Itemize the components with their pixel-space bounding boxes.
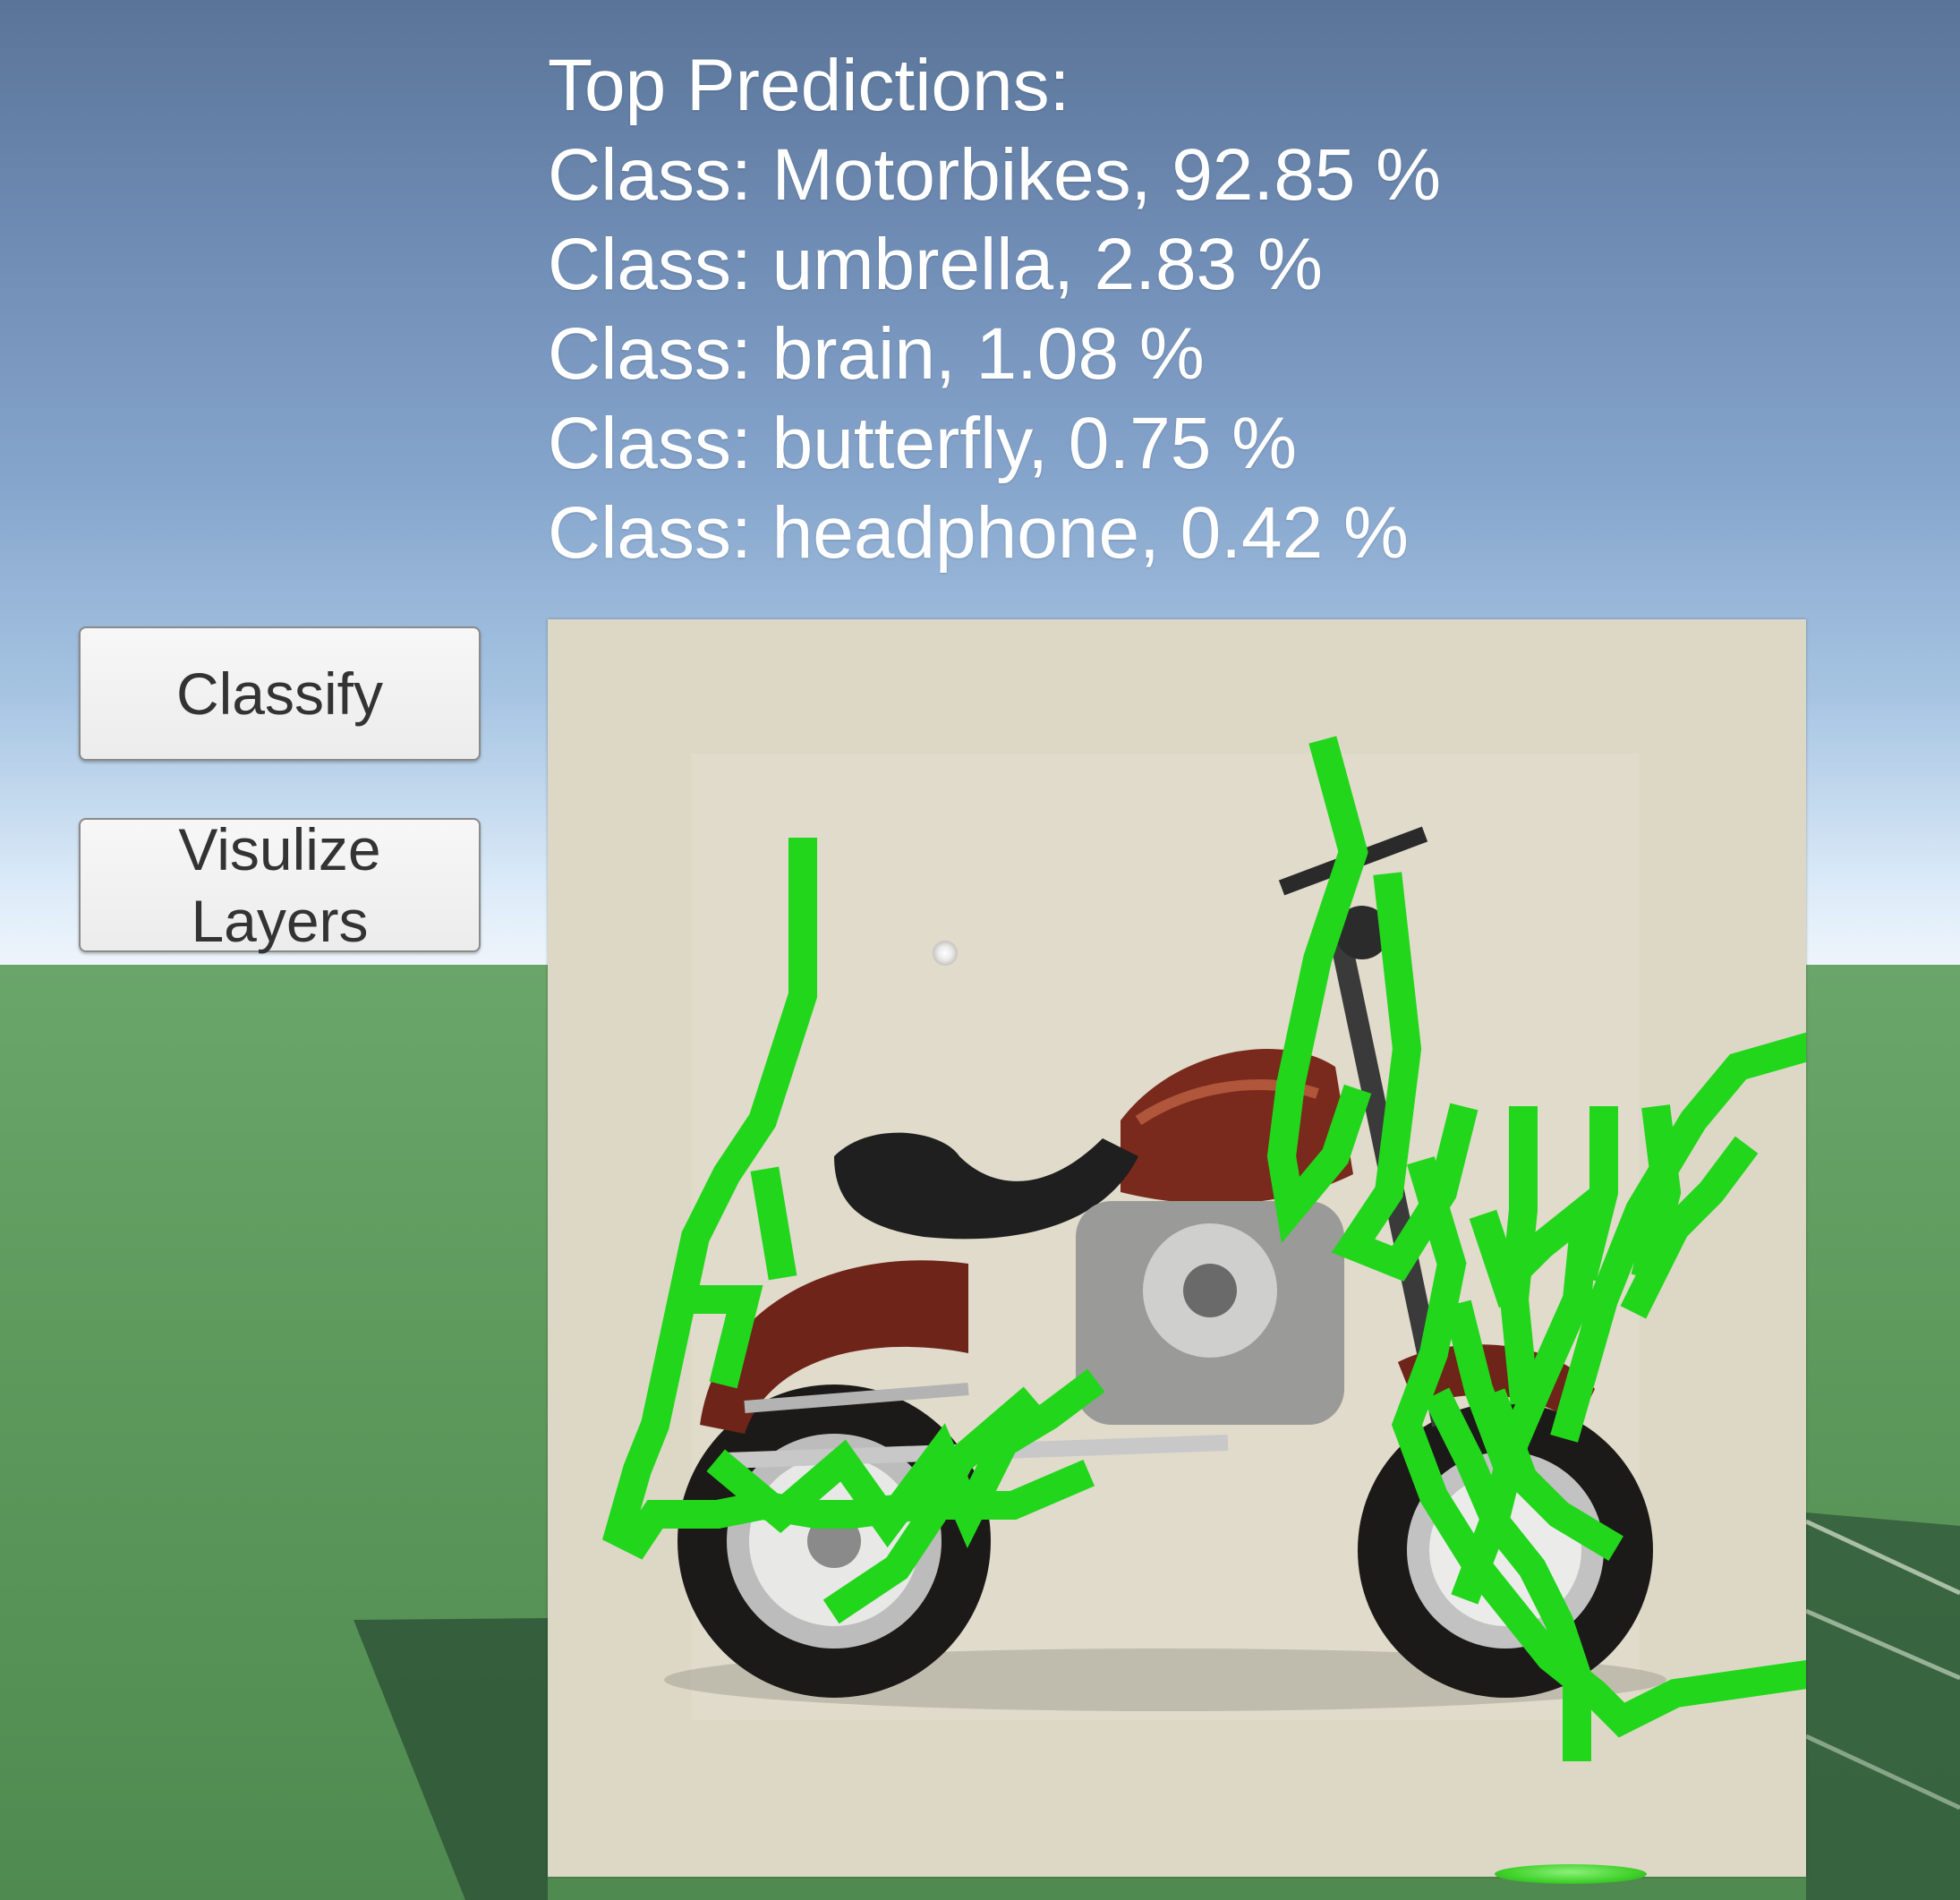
brush-cursor-icon	[933, 941, 958, 966]
prediction-line-5: Class: headphone, 0.42 %	[548, 492, 1409, 574]
prediction-line-1: Class: Motorbikes, 92.85 %	[548, 134, 1442, 216]
motorcycle-image	[548, 619, 1806, 1877]
prediction-line-4: Class: butterfly, 0.75 %	[548, 403, 1298, 484]
classify-button-label: Classify	[175, 660, 384, 727]
prediction-line-2: Class: umbrella, 2.83 %	[548, 224, 1323, 305]
predictions-title: Top Predictions:	[548, 45, 1070, 126]
visualize-label-line-2: Layers	[191, 888, 369, 954]
classify-button[interactable]: Classify	[79, 626, 481, 761]
visualize-label-line-1: Visulize	[178, 816, 381, 882]
predictions-panel: Top Predictions: Class: Motorbikes, 92.8…	[548, 41, 1711, 578]
pen-marker-icon[interactable]	[1495, 1864, 1647, 1884]
visualize-layers-label: Visulize Layers	[178, 814, 380, 957]
prediction-line-3: Class: brain, 1.08 %	[548, 313, 1205, 395]
visualize-layers-button[interactable]: Visulize Layers	[79, 816, 481, 954]
drawing-canvas[interactable]	[548, 619, 1806, 1877]
